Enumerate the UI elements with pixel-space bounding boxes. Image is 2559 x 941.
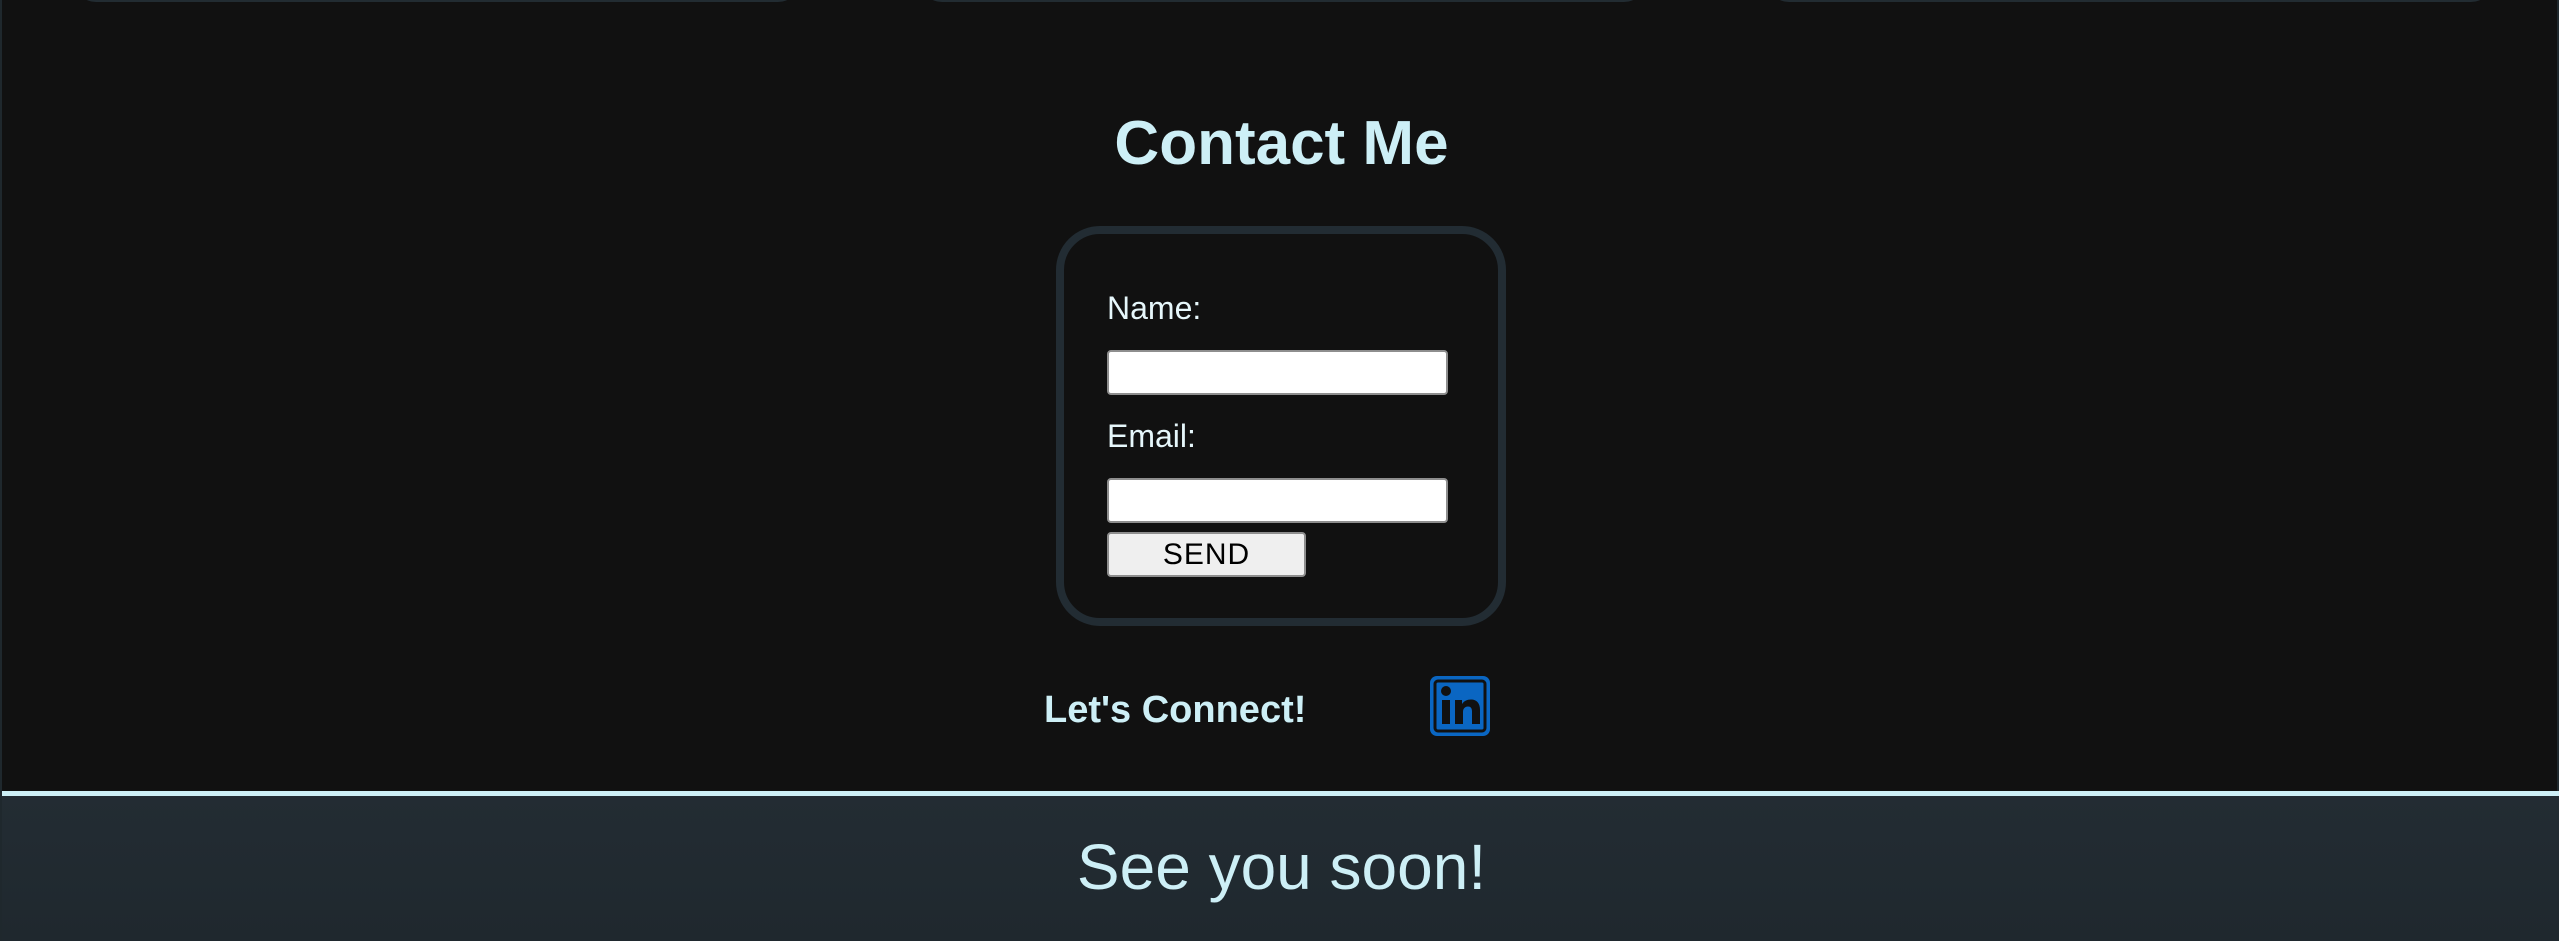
linkedin-link[interactable] <box>1429 675 1491 737</box>
email-input[interactable] <box>1107 478 1448 523</box>
page: Contact Me Name: Email: SEND Let's Conne… <box>0 0 2559 941</box>
project-card-bottom-edge <box>74 0 800 2</box>
name-label: Name: <box>1107 290 1202 326</box>
linkedin-icon <box>1430 676 1490 736</box>
contact-title: Contact Me <box>1114 109 1449 178</box>
footer-text: See you soon! <box>1076 831 1487 903</box>
project-card-bottom-edge <box>920 0 1646 2</box>
project-card-bottom-edge <box>1767 0 2493 2</box>
name-input[interactable] <box>1107 350 1448 395</box>
send-button[interactable]: SEND <box>1107 532 1306 577</box>
email-label: Email: <box>1107 418 1196 454</box>
connect-text: Let's Connect! <box>1044 689 1307 731</box>
